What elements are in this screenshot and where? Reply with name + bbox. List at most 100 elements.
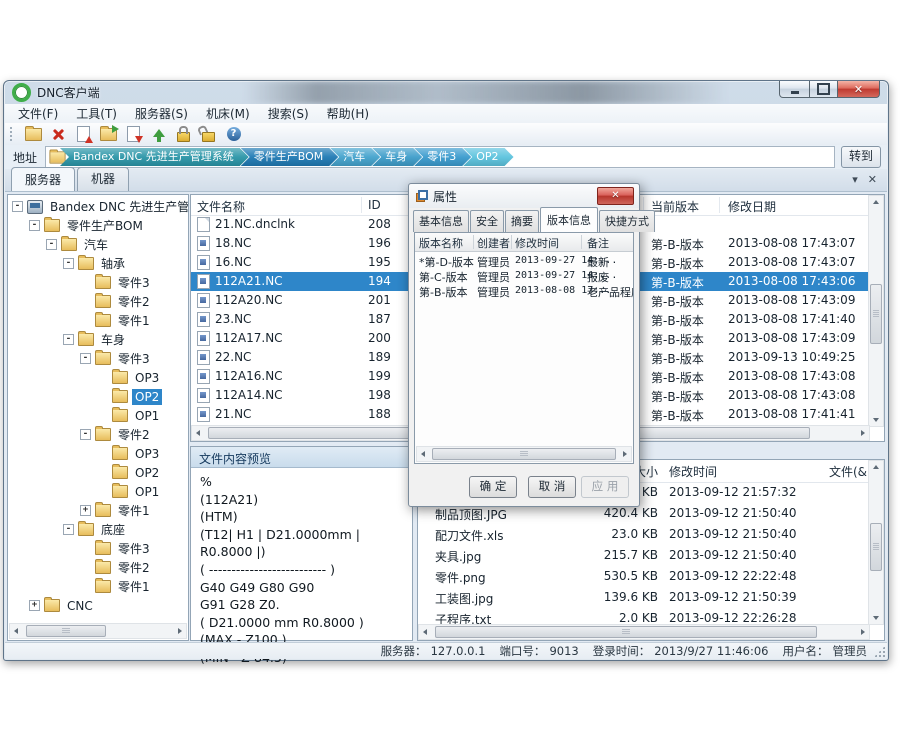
toolbar-grip[interactable]: [10, 127, 15, 141]
scrollbar-thumb[interactable]: [870, 523, 882, 571]
breadcrumb-segment[interactable]: 零件3: [414, 148, 471, 166]
dialog-close-button[interactable]: ✕: [597, 187, 634, 205]
scrollbar-thumb[interactable]: [870, 284, 882, 344]
attachment-row[interactable]: 工装图.jpg 139.6 KB 2013-09-12 21:50:39: [418, 587, 870, 608]
file-list-vertical-scrollbar[interactable]: [868, 195, 884, 427]
tree-expander[interactable]: -: [80, 353, 91, 364]
column-header-name[interactable]: 文件名称: [197, 198, 245, 215]
titlebar[interactable]: DNC客户端 ✕: [4, 81, 888, 104]
attachment-row[interactable]: 夹具.jpg 215.7 KB 2013-09-12 21:50:40: [418, 545, 870, 566]
tree-node[interactable]: OP2: [8, 387, 188, 406]
column-header-version[interactable]: 当前版本: [651, 198, 699, 215]
scroll-right-icon[interactable]: [178, 628, 182, 634]
tree-expander[interactable]: +: [29, 600, 40, 611]
breadcrumb-segment[interactable]: Bandex DNC 先进生产管理系统: [60, 148, 249, 166]
tree-horizontal-scrollbar[interactable]: [9, 623, 187, 639]
breadcrumb-segment[interactable]: 零件生产BOM: [241, 148, 339, 166]
tree-node[interactable]: OP1: [8, 406, 188, 425]
open-folder-button[interactable]: [98, 125, 119, 144]
tree-node[interactable]: + 零件1: [8, 501, 188, 520]
tree-node[interactable]: OP3: [8, 444, 188, 463]
tree-expander[interactable]: -: [80, 429, 91, 440]
resize-grip-icon[interactable]: [874, 646, 885, 657]
scrollbar-thumb[interactable]: [432, 448, 616, 460]
menu-item[interactable]: 帮助(H): [318, 104, 378, 123]
upload-button[interactable]: [148, 125, 169, 144]
address-field[interactable]: Bandex DNC 先进生产管理系统零件生产BOM汽车车身零件3OP2: [45, 146, 835, 168]
tree-node[interactable]: - 零件3: [8, 349, 188, 368]
tree-expander[interactable]: -: [63, 258, 74, 269]
attachments-vertical-scrollbar[interactable]: [868, 460, 884, 625]
maximize-button[interactable]: [810, 81, 837, 98]
tree-node[interactable]: - 汽车: [8, 235, 188, 254]
tree-node[interactable]: - 零件生产BOM: [8, 216, 188, 235]
checkout-button[interactable]: [123, 125, 144, 144]
dialog-tab[interactable]: 版本信息: [540, 207, 598, 232]
version-row[interactable]: *第-D-版本 管理员 2013-09-27 14:... 最新: [415, 252, 633, 267]
pin-collapse-icon[interactable]: ▾: [852, 173, 858, 186]
column-header-creator[interactable]: 创建者: [477, 235, 510, 251]
checkin-button[interactable]: [73, 125, 94, 144]
tree-node[interactable]: + CNC: [8, 596, 188, 615]
scroll-right-icon[interactable]: [623, 451, 627, 457]
attachment-row[interactable]: 子程序.txt 2.0 KB 2013-09-12 22:26:28: [418, 608, 870, 625]
tree-expander[interactable]: -: [63, 334, 74, 345]
scroll-left-icon[interactable]: [421, 451, 425, 457]
tab[interactable]: 服务器: [11, 167, 75, 191]
go-button[interactable]: 转到: [841, 146, 881, 168]
tree-node[interactable]: OP2: [8, 463, 188, 482]
dialog-tab[interactable]: 快捷方式: [599, 210, 655, 232]
tree-node[interactable]: 零件1: [8, 577, 188, 596]
help-button[interactable]: ?: [223, 125, 244, 144]
version-row[interactable]: 第-C-版本 管理员 2013-09-27 14:... 报废: [415, 267, 633, 282]
tree-expander[interactable]: -: [63, 524, 74, 535]
column-header-version-name[interactable]: 版本名称: [419, 235, 463, 251]
lock-button[interactable]: [173, 125, 194, 144]
attachment-row[interactable]: 配刀文件.xls 23.0 KB 2013-09-12 21:50:40: [418, 524, 870, 545]
menu-item[interactable]: 工具(T): [67, 104, 126, 123]
unlock-button[interactable]: [198, 125, 219, 144]
tree-node[interactable]: - 零件2: [8, 425, 188, 444]
new-folder-button[interactable]: [23, 125, 44, 144]
menu-item[interactable]: 文件(F): [9, 104, 67, 123]
attachments-horizontal-scrollbar[interactable]: [418, 624, 870, 640]
tree-node[interactable]: 零件3: [8, 539, 188, 558]
panel-close-icon[interactable]: ✕: [868, 173, 877, 186]
tree-expander[interactable]: -: [29, 220, 40, 231]
tree-node[interactable]: 零件1: [8, 311, 188, 330]
tree-node[interactable]: - Bandex DNC 先进生产管理系: [8, 197, 188, 216]
scrollbar-thumb[interactable]: [435, 626, 817, 638]
tree-node[interactable]: 零件2: [8, 292, 188, 311]
column-header-date[interactable]: 修改日期: [728, 198, 776, 215]
dialog-tab[interactable]: 安全: [470, 210, 504, 232]
scroll-left-icon[interactable]: [423, 629, 427, 635]
minimize-button[interactable]: [779, 81, 810, 98]
version-list-horizontal-scrollbar[interactable]: [416, 446, 632, 462]
column-header-modified-time[interactable]: 修改时间: [515, 235, 559, 251]
tree-node[interactable]: - 轴承: [8, 254, 188, 273]
scroll-down-icon[interactable]: [873, 418, 879, 422]
tree-node[interactable]: 零件2: [8, 558, 188, 577]
dialog-tab[interactable]: 基本信息: [413, 210, 469, 232]
scroll-down-icon[interactable]: [873, 616, 879, 620]
tree-node[interactable]: OP1: [8, 482, 188, 501]
ok-button[interactable]: 确 定: [469, 476, 517, 498]
scroll-left-icon[interactable]: [196, 430, 200, 436]
column-header-note[interactable]: 备注: [587, 235, 609, 251]
column-header-id[interactable]: ID: [368, 198, 381, 212]
menu-item[interactable]: 服务器(S): [126, 104, 197, 123]
scrollbar-thumb[interactable]: [26, 625, 106, 637]
tree-node[interactable]: - 车身: [8, 330, 188, 349]
tree-expander[interactable]: -: [12, 201, 23, 212]
scroll-up-icon[interactable]: [873, 465, 879, 469]
close-button[interactable]: ✕: [837, 81, 880, 98]
scroll-left-icon[interactable]: [14, 628, 18, 634]
tree-node[interactable]: 零件3: [8, 273, 188, 292]
menu-item[interactable]: 机床(M): [197, 104, 259, 123]
scroll-right-icon[interactable]: [861, 430, 865, 436]
version-row[interactable]: 第-B-版本 管理员 2013-08-08 17:... 老产品程序: [415, 282, 633, 297]
tab[interactable]: 机器: [77, 167, 129, 191]
tree-node[interactable]: OP3: [8, 368, 188, 387]
scroll-up-icon[interactable]: [873, 200, 879, 204]
scroll-right-icon[interactable]: [861, 629, 865, 635]
